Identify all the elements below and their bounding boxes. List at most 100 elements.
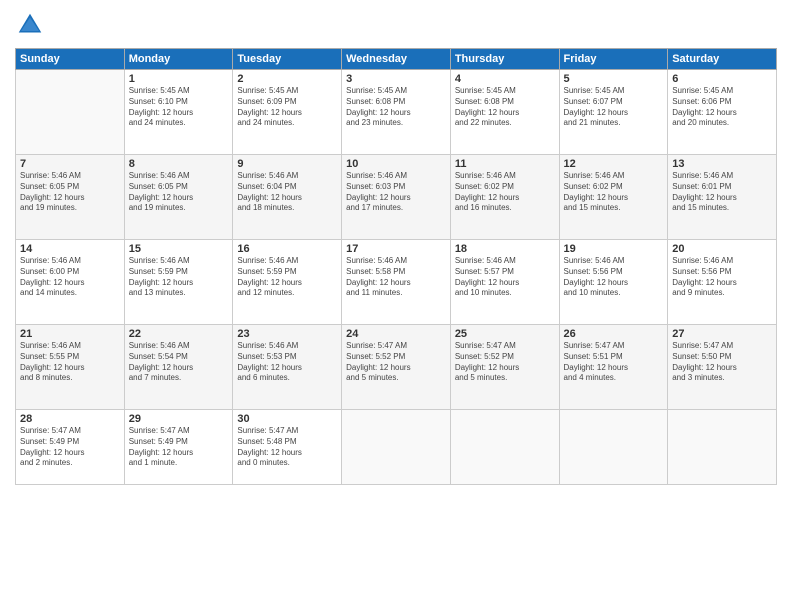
day-number: 29 — [129, 413, 229, 425]
day-info: Sunrise: 5:45 AM Sunset: 6:10 PM Dayligh… — [129, 86, 229, 129]
logo-icon — [15, 10, 45, 40]
day-number: 17 — [346, 243, 446, 255]
week-row-3: 14Sunrise: 5:46 AM Sunset: 6:00 PM Dayli… — [16, 240, 777, 325]
day-info: Sunrise: 5:45 AM Sunset: 6:08 PM Dayligh… — [346, 86, 446, 129]
week-row-1: 1Sunrise: 5:45 AM Sunset: 6:10 PM Daylig… — [16, 70, 777, 155]
day-cell: 3Sunrise: 5:45 AM Sunset: 6:08 PM Daylig… — [342, 70, 451, 155]
day-info: Sunrise: 5:45 AM Sunset: 6:08 PM Dayligh… — [455, 86, 555, 129]
day-cell: 17Sunrise: 5:46 AM Sunset: 5:58 PM Dayli… — [342, 240, 451, 325]
day-cell: 27Sunrise: 5:47 AM Sunset: 5:50 PM Dayli… — [668, 325, 777, 410]
day-cell: 28Sunrise: 5:47 AM Sunset: 5:49 PM Dayli… — [16, 410, 125, 485]
col-header-thursday: Thursday — [450, 49, 559, 70]
day-info: Sunrise: 5:45 AM Sunset: 6:09 PM Dayligh… — [237, 86, 337, 129]
day-info: Sunrise: 5:46 AM Sunset: 6:05 PM Dayligh… — [129, 171, 229, 214]
day-number: 7 — [20, 158, 120, 170]
day-cell — [668, 410, 777, 485]
col-header-tuesday: Tuesday — [233, 49, 342, 70]
day-number: 14 — [20, 243, 120, 255]
day-info: Sunrise: 5:45 AM Sunset: 6:07 PM Dayligh… — [564, 86, 664, 129]
day-number: 13 — [672, 158, 772, 170]
day-cell: 16Sunrise: 5:46 AM Sunset: 5:59 PM Dayli… — [233, 240, 342, 325]
day-number: 4 — [455, 73, 555, 85]
week-row-5: 28Sunrise: 5:47 AM Sunset: 5:49 PM Dayli… — [16, 410, 777, 485]
day-cell: 5Sunrise: 5:45 AM Sunset: 6:07 PM Daylig… — [559, 70, 668, 155]
col-header-sunday: Sunday — [16, 49, 125, 70]
day-cell: 13Sunrise: 5:46 AM Sunset: 6:01 PM Dayli… — [668, 155, 777, 240]
day-cell — [16, 70, 125, 155]
col-header-saturday: Saturday — [668, 49, 777, 70]
day-info: Sunrise: 5:45 AM Sunset: 6:06 PM Dayligh… — [672, 86, 772, 129]
header-row: SundayMondayTuesdayWednesdayThursdayFrid… — [16, 49, 777, 70]
day-info: Sunrise: 5:46 AM Sunset: 6:04 PM Dayligh… — [237, 171, 337, 214]
day-cell: 2Sunrise: 5:45 AM Sunset: 6:09 PM Daylig… — [233, 70, 342, 155]
day-cell: 20Sunrise: 5:46 AM Sunset: 5:56 PM Dayli… — [668, 240, 777, 325]
col-header-wednesday: Wednesday — [342, 49, 451, 70]
day-number: 30 — [237, 413, 337, 425]
day-number: 24 — [346, 328, 446, 340]
day-number: 27 — [672, 328, 772, 340]
day-cell: 19Sunrise: 5:46 AM Sunset: 5:56 PM Dayli… — [559, 240, 668, 325]
day-cell: 1Sunrise: 5:45 AM Sunset: 6:10 PM Daylig… — [124, 70, 233, 155]
day-info: Sunrise: 5:46 AM Sunset: 6:03 PM Dayligh… — [346, 171, 446, 214]
day-number: 20 — [672, 243, 772, 255]
day-number: 5 — [564, 73, 664, 85]
day-cell: 7Sunrise: 5:46 AM Sunset: 6:05 PM Daylig… — [16, 155, 125, 240]
day-number: 28 — [20, 413, 120, 425]
day-cell: 14Sunrise: 5:46 AM Sunset: 6:00 PM Dayli… — [16, 240, 125, 325]
day-info: Sunrise: 5:46 AM Sunset: 6:02 PM Dayligh… — [564, 171, 664, 214]
day-cell: 10Sunrise: 5:46 AM Sunset: 6:03 PM Dayli… — [342, 155, 451, 240]
day-number: 15 — [129, 243, 229, 255]
day-number: 2 — [237, 73, 337, 85]
day-info: Sunrise: 5:47 AM Sunset: 5:49 PM Dayligh… — [129, 426, 229, 469]
day-cell: 9Sunrise: 5:46 AM Sunset: 6:04 PM Daylig… — [233, 155, 342, 240]
day-number: 26 — [564, 328, 664, 340]
day-number: 22 — [129, 328, 229, 340]
day-info: Sunrise: 5:47 AM Sunset: 5:52 PM Dayligh… — [455, 341, 555, 384]
day-info: Sunrise: 5:47 AM Sunset: 5:51 PM Dayligh… — [564, 341, 664, 384]
day-number: 3 — [346, 73, 446, 85]
day-cell: 15Sunrise: 5:46 AM Sunset: 5:59 PM Dayli… — [124, 240, 233, 325]
header — [15, 10, 777, 40]
day-info: Sunrise: 5:46 AM Sunset: 5:59 PM Dayligh… — [237, 256, 337, 299]
col-header-friday: Friday — [559, 49, 668, 70]
day-number: 25 — [455, 328, 555, 340]
day-number: 1 — [129, 73, 229, 85]
day-info: Sunrise: 5:46 AM Sunset: 5:56 PM Dayligh… — [564, 256, 664, 299]
day-info: Sunrise: 5:46 AM Sunset: 5:53 PM Dayligh… — [237, 341, 337, 384]
week-row-2: 7Sunrise: 5:46 AM Sunset: 6:05 PM Daylig… — [16, 155, 777, 240]
day-cell — [342, 410, 451, 485]
day-number: 12 — [564, 158, 664, 170]
day-number: 19 — [564, 243, 664, 255]
day-info: Sunrise: 5:46 AM Sunset: 5:59 PM Dayligh… — [129, 256, 229, 299]
day-number: 11 — [455, 158, 555, 170]
day-info: Sunrise: 5:47 AM Sunset: 5:52 PM Dayligh… — [346, 341, 446, 384]
day-number: 21 — [20, 328, 120, 340]
day-number: 8 — [129, 158, 229, 170]
week-row-4: 21Sunrise: 5:46 AM Sunset: 5:55 PM Dayli… — [16, 325, 777, 410]
col-header-monday: Monday — [124, 49, 233, 70]
day-number: 18 — [455, 243, 555, 255]
day-cell — [559, 410, 668, 485]
day-info: Sunrise: 5:46 AM Sunset: 6:05 PM Dayligh… — [20, 171, 120, 214]
logo — [15, 10, 49, 40]
day-info: Sunrise: 5:47 AM Sunset: 5:49 PM Dayligh… — [20, 426, 120, 469]
day-number: 6 — [672, 73, 772, 85]
day-info: Sunrise: 5:46 AM Sunset: 5:55 PM Dayligh… — [20, 341, 120, 384]
day-info: Sunrise: 5:46 AM Sunset: 6:00 PM Dayligh… — [20, 256, 120, 299]
day-info: Sunrise: 5:46 AM Sunset: 5:54 PM Dayligh… — [129, 341, 229, 384]
day-cell: 24Sunrise: 5:47 AM Sunset: 5:52 PM Dayli… — [342, 325, 451, 410]
day-info: Sunrise: 5:46 AM Sunset: 6:02 PM Dayligh… — [455, 171, 555, 214]
day-cell: 22Sunrise: 5:46 AM Sunset: 5:54 PM Dayli… — [124, 325, 233, 410]
day-info: Sunrise: 5:46 AM Sunset: 5:57 PM Dayligh… — [455, 256, 555, 299]
day-info: Sunrise: 5:47 AM Sunset: 5:48 PM Dayligh… — [237, 426, 337, 469]
page: SundayMondayTuesdayWednesdayThursdayFrid… — [0, 0, 792, 612]
day-number: 9 — [237, 158, 337, 170]
day-number: 10 — [346, 158, 446, 170]
day-number: 23 — [237, 328, 337, 340]
day-cell: 6Sunrise: 5:45 AM Sunset: 6:06 PM Daylig… — [668, 70, 777, 155]
calendar-table: SundayMondayTuesdayWednesdayThursdayFrid… — [15, 48, 777, 485]
calendar-header: SundayMondayTuesdayWednesdayThursdayFrid… — [16, 49, 777, 70]
day-info: Sunrise: 5:47 AM Sunset: 5:50 PM Dayligh… — [672, 341, 772, 384]
day-cell: 29Sunrise: 5:47 AM Sunset: 5:49 PM Dayli… — [124, 410, 233, 485]
day-cell: 30Sunrise: 5:47 AM Sunset: 5:48 PM Dayli… — [233, 410, 342, 485]
